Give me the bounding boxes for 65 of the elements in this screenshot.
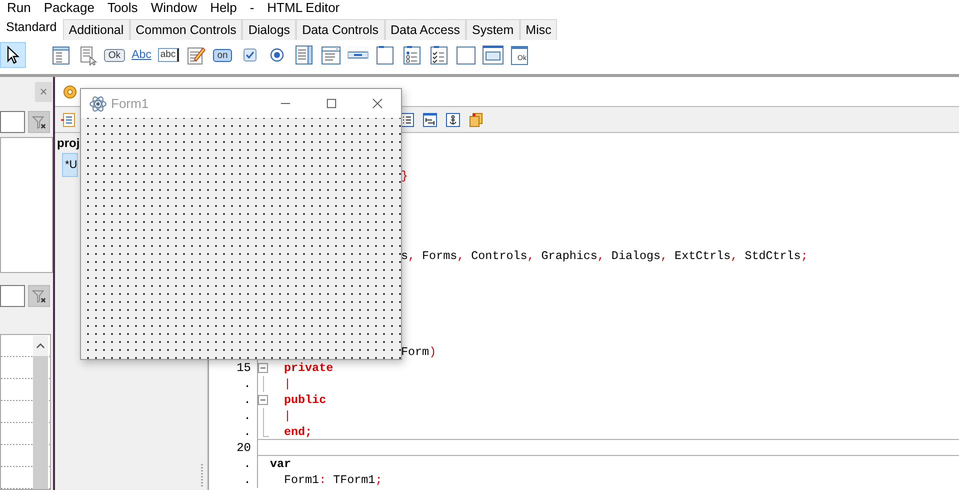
label-tool[interactable]: Abc [128, 42, 155, 68]
scroll-up-icon[interactable] [36, 343, 45, 349]
clear-filter-button[interactable] [28, 285, 50, 307]
scrollbar-icon [346, 44, 368, 66]
palette-tab[interactable]: Common Controls [130, 19, 242, 40]
menu-item[interactable]: Help [205, 0, 242, 16]
line-number: . [244, 425, 251, 439]
funnel-icon [32, 114, 46, 130]
window-title: Form1 [111, 96, 149, 111]
menu-item[interactable]: Window [146, 0, 202, 16]
panel-icon [454, 44, 476, 66]
anchor-icon[interactable] [445, 112, 461, 128]
code-line: Form1: TForm1; [283, 472, 382, 488]
code-line: private [283, 360, 334, 376]
code-line: | [283, 376, 292, 392]
palette-tab[interactable]: Data Controls [296, 19, 384, 40]
gear-icon [62, 84, 78, 100]
line-number: 20 [236, 441, 251, 455]
menu-item[interactable]: HTML Editor [262, 0, 345, 16]
maximize-icon[interactable] [326, 98, 337, 109]
line-number: . [244, 393, 251, 407]
scrollbar[interactable] [33, 336, 48, 489]
code-line: | [283, 408, 292, 424]
code-line: end; [283, 424, 312, 439]
line-number: . [244, 457, 251, 471]
collapse-icon[interactable] [258, 360, 269, 376]
code-line: public [283, 392, 326, 408]
filter-field[interactable] [0, 285, 25, 307]
line-number: 15 [236, 361, 251, 375]
groupbox-icon [374, 44, 396, 66]
line-number: . [244, 409, 251, 423]
panel-title: proj [57, 136, 80, 150]
collapse-icon[interactable] [258, 392, 269, 408]
button-tool[interactable]: Ok [101, 42, 128, 68]
close-icon[interactable] [372, 98, 383, 109]
line-number: . [244, 377, 251, 391]
grip-icon[interactable] [200, 464, 204, 488]
palette-tab[interactable]: Dialogs [242, 19, 296, 40]
atom-icon [89, 94, 107, 112]
palette-tab[interactable]: System [466, 19, 520, 40]
tab-order-icon[interactable] [422, 112, 438, 128]
check-group-icon [428, 44, 450, 66]
code-line: s, Forms, Controls, Graphics, Dialogs, ExtCtrls, StdCtrls; [401, 248, 808, 264]
palette-tab[interactable]: Data Access [384, 19, 466, 40]
filter-field[interactable] [0, 111, 25, 133]
edit-tool[interactable]: abc [155, 42, 182, 68]
funnel-icon [32, 288, 46, 304]
clear-filter-button[interactable] [28, 111, 50, 133]
palette-tab[interactable]: Misc [520, 19, 558, 40]
listbox-icon [292, 44, 314, 66]
code-line: } [401, 168, 408, 184]
palette-button[interactable] [0, 42, 26, 68]
frame-icon [482, 44, 504, 66]
code-line: var [269, 456, 292, 472]
menu-item[interactable]: Package [38, 0, 100, 16]
radio-group-icon [400, 44, 422, 66]
code-line: Form) [401, 344, 436, 360]
line-number: . [244, 473, 251, 487]
file-tab[interactable]: *U [62, 153, 78, 177]
notes-icon[interactable] [468, 112, 484, 128]
menu-item[interactable]: Tools [102, 0, 143, 16]
palette-tab[interactable]: Additional [62, 19, 130, 40]
menu-item[interactable]: Run [2, 0, 36, 16]
toggle-tool[interactable]: on [209, 42, 236, 68]
menu-item[interactable]: - [244, 0, 260, 16]
